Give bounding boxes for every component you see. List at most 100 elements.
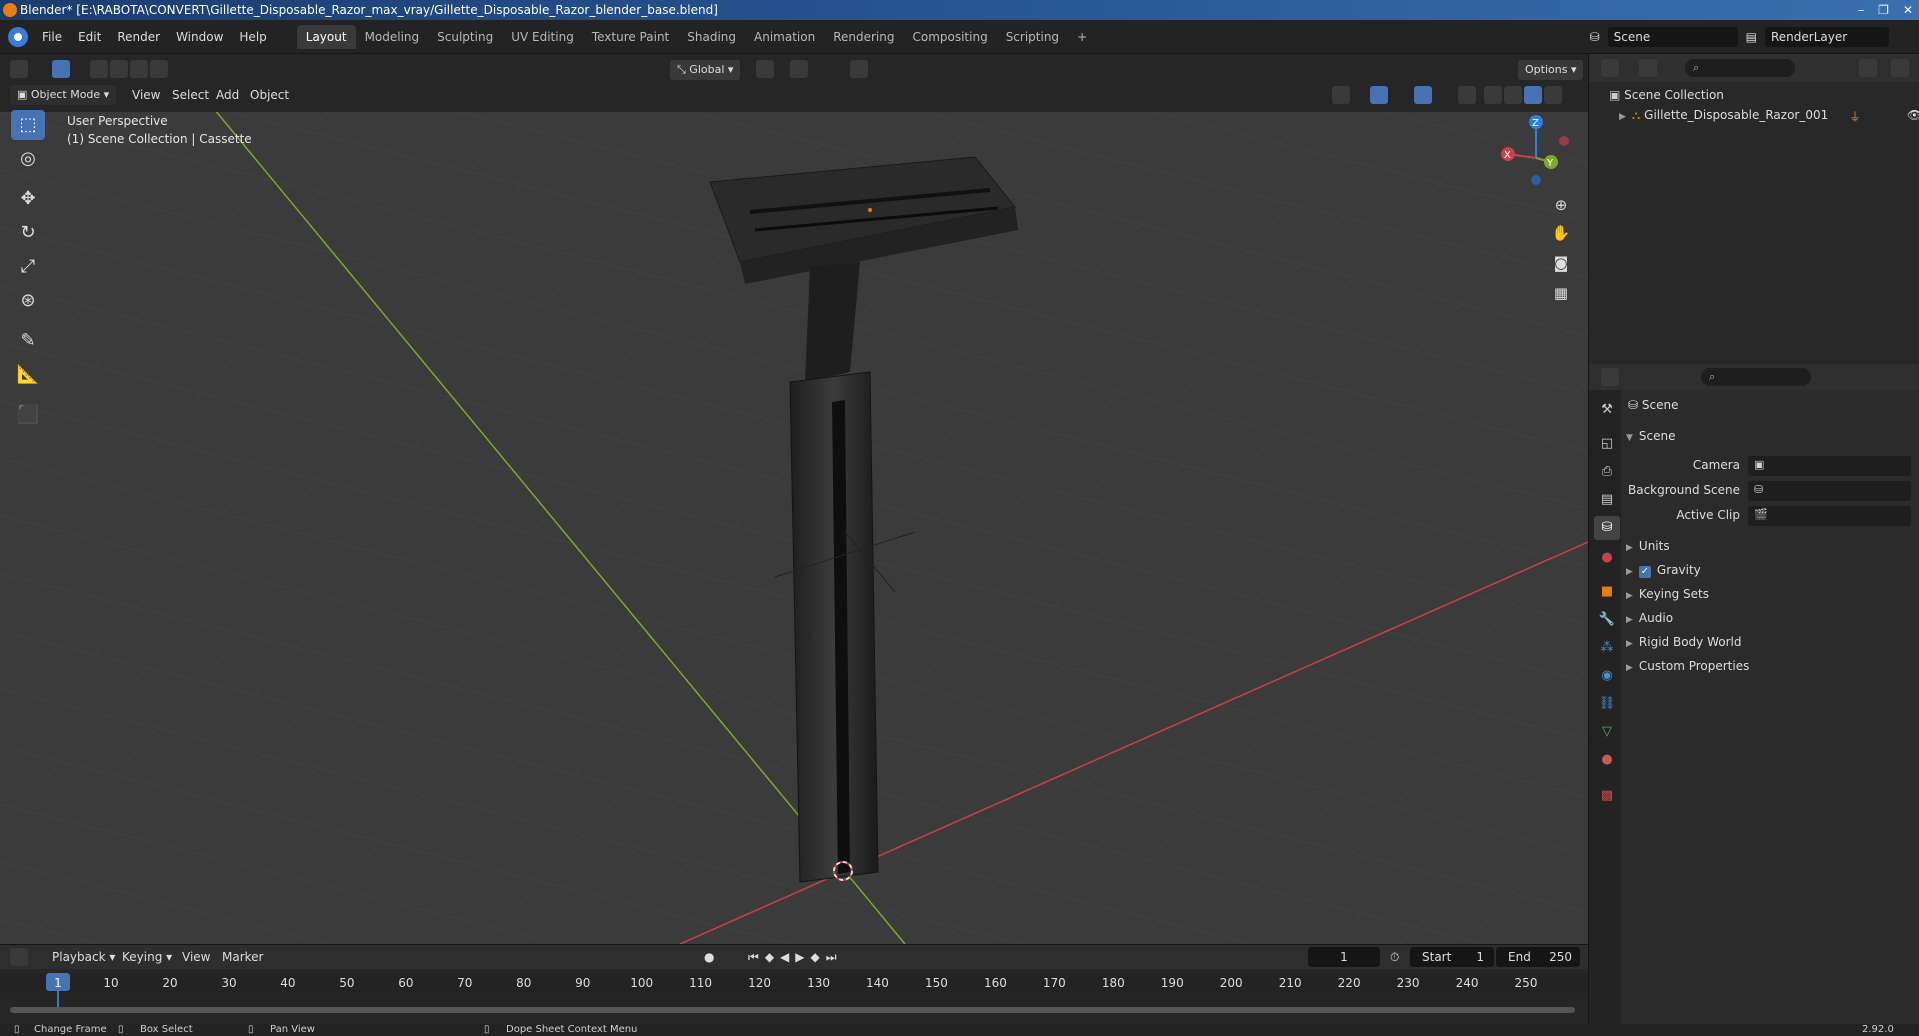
transform-tool-icon[interactable]: ⊛ bbox=[11, 286, 45, 316]
tab-sculpting[interactable]: Sculpting bbox=[428, 25, 502, 49]
outliner-item[interactable]: ▶ ⛬ Gillette_Disposable_Razor_001 ⏚ 👁 bbox=[1619, 108, 1919, 124]
minimize-button[interactable]: – bbox=[1858, 0, 1864, 20]
object-tab-icon[interactable]: ■ bbox=[1594, 580, 1620, 604]
menu-add[interactable]: Add bbox=[216, 85, 239, 105]
tab-rendering[interactable]: Rendering bbox=[824, 25, 903, 49]
output-tab-icon[interactable]: ⎙ bbox=[1594, 460, 1620, 484]
tab-scripting[interactable]: Scripting bbox=[997, 25, 1068, 49]
scene-tab-icon[interactable]: ⛁ bbox=[1594, 516, 1620, 540]
menu-view[interactable]: View bbox=[132, 85, 160, 105]
camera-field[interactable]: ▣ bbox=[1748, 456, 1911, 476]
tool-tab-icon[interactable]: ⚒ bbox=[1594, 398, 1620, 422]
select-mode-new-icon[interactable] bbox=[90, 60, 108, 78]
visibility-icon[interactable] bbox=[1332, 86, 1350, 104]
select-mode-subtract-icon[interactable] bbox=[130, 60, 148, 78]
zoom-icon[interactable]: ⊕ bbox=[1548, 192, 1574, 218]
play-reverse-icon[interactable]: ◀ bbox=[780, 950, 795, 964]
menu-file[interactable]: File bbox=[34, 20, 70, 54]
pivot-point-icon[interactable] bbox=[756, 60, 774, 78]
options-button[interactable]: Options ▾ bbox=[1518, 60, 1584, 80]
select-mode-extend-icon[interactable] bbox=[110, 60, 128, 78]
add-workspace-button[interactable]: + bbox=[1068, 25, 1096, 49]
menu-render[interactable]: Render bbox=[109, 20, 168, 54]
close-button[interactable]: ✕ bbox=[1903, 0, 1913, 20]
snap-icon[interactable] bbox=[790, 60, 808, 78]
select-box-tool-icon[interactable]: ⬚ bbox=[11, 110, 45, 140]
record-keyframe-icon[interactable]: ● bbox=[704, 947, 714, 967]
end-frame-field[interactable]: End 250 bbox=[1496, 947, 1580, 967]
new-collection-icon[interactable] bbox=[1891, 59, 1909, 77]
tab-texture-paint[interactable]: Texture Paint bbox=[583, 25, 678, 49]
menu-help[interactable]: Help bbox=[231, 20, 274, 54]
rotate-tool-icon[interactable]: ↻ bbox=[11, 218, 45, 248]
outliner-search-input[interactable]: ⌕ bbox=[1685, 59, 1795, 77]
maximize-button[interactable]: ❐ bbox=[1878, 0, 1889, 20]
tab-shading[interactable]: Shading bbox=[678, 25, 745, 49]
annotate-tool-icon[interactable]: ✎ bbox=[11, 326, 45, 356]
stopwatch-icon[interactable]: ⏱ bbox=[1390, 947, 1399, 967]
data-tab-icon[interactable]: ▽ bbox=[1594, 720, 1620, 744]
select-mode-invert-icon[interactable] bbox=[150, 60, 168, 78]
physics-tab-icon[interactable]: ◉ bbox=[1594, 664, 1620, 688]
gizmo-toggle-icon[interactable] bbox=[1370, 86, 1388, 104]
scene-icon[interactable]: ⛁ bbox=[1582, 20, 1608, 54]
current-frame-field[interactable]: 1 bbox=[1308, 947, 1380, 967]
measure-tool-icon[interactable]: 📐 bbox=[11, 360, 45, 390]
world-tab-icon[interactable]: ● bbox=[1594, 546, 1620, 570]
units-panel[interactable]: ▶ Units bbox=[1626, 539, 1670, 553]
scale-tool-icon[interactable]: ⤢ bbox=[11, 252, 45, 282]
tab-modeling[interactable]: Modeling bbox=[356, 25, 429, 49]
gravity-panel[interactable]: ▶ ✓ Gravity bbox=[1626, 563, 1701, 578]
wireframe-shading-icon[interactable] bbox=[1484, 86, 1502, 104]
solid-shading-icon[interactable] bbox=[1504, 86, 1522, 104]
orientation-dropdown[interactable]: ⤡ Global ▾ bbox=[670, 60, 741, 80]
move-tool-icon[interactable]: ✥ bbox=[11, 184, 45, 214]
grid-ortho-icon[interactable]: ▦ bbox=[1548, 280, 1574, 306]
cursor-tool-icon[interactable]: ◎ bbox=[11, 144, 45, 174]
scene-section-header[interactable]: ▼ Scene bbox=[1626, 429, 1676, 443]
menu-marker[interactable]: Marker bbox=[222, 947, 263, 967]
next-keyframe-icon[interactable]: ◆ bbox=[811, 950, 826, 964]
eye-visibility-icon[interactable]: 👁 bbox=[1907, 108, 1919, 122]
editor-type-icon[interactable] bbox=[10, 60, 28, 78]
view-layer-selector[interactable]: RenderLayer bbox=[1765, 26, 1889, 47]
particles-tab-icon[interactable]: ⁂ bbox=[1594, 636, 1620, 660]
timeline-editor-type-icon[interactable] bbox=[10, 948, 28, 966]
menu-keying[interactable]: Keying ▾ bbox=[122, 947, 172, 967]
tab-compositing[interactable]: Compositing bbox=[903, 25, 996, 49]
playback-controls[interactable]: ⏮◆◀▶◆⏭ bbox=[748, 947, 843, 967]
rigid-body-world-panel[interactable]: ▶ Rigid Body World bbox=[1626, 635, 1741, 649]
mode-dropdown[interactable]: ▣ Object Mode ▾ bbox=[10, 85, 117, 105]
tab-animation[interactable]: Animation bbox=[745, 25, 824, 49]
active-clip-field[interactable]: 🎬 bbox=[1748, 506, 1911, 526]
display-mode-icon[interactable] bbox=[1639, 59, 1657, 77]
overlay-toggle-icon[interactable] bbox=[1414, 86, 1432, 104]
expand-icon[interactable]: ▶ bbox=[1619, 112, 1626, 122]
outliner-editor-type-icon[interactable] bbox=[1601, 59, 1619, 77]
constraints-tab-icon[interactable]: ⛓ bbox=[1594, 692, 1620, 716]
keying-sets-panel[interactable]: ▶ Keying Sets bbox=[1626, 587, 1709, 601]
add-cube-tool-icon[interactable]: ⬛ bbox=[11, 400, 45, 430]
3d-viewport[interactable]: Z X Y User Perspective (1) Scene Collect… bbox=[0, 112, 1588, 944]
select-tool-icon[interactable] bbox=[52, 60, 70, 78]
material-shading-icon[interactable] bbox=[1524, 86, 1542, 104]
filter-icon[interactable] bbox=[1859, 59, 1877, 77]
proportional-edit-icon[interactable] bbox=[850, 60, 868, 78]
gravity-checkbox[interactable]: ✓ bbox=[1638, 566, 1651, 578]
blender-menu-icon[interactable] bbox=[8, 26, 28, 47]
properties-editor-type-icon[interactable] bbox=[1601, 368, 1619, 386]
outliner-root[interactable]: ▣ Scene Collection bbox=[1609, 88, 1724, 102]
texture-tab-icon[interactable]: ▩ bbox=[1594, 784, 1620, 808]
menu-object[interactable]: Object bbox=[250, 85, 289, 105]
prev-keyframe-icon[interactable]: ◆ bbox=[765, 950, 780, 964]
modifier-tab-icon[interactable]: 🔧 bbox=[1594, 608, 1620, 632]
view-layer-icon[interactable]: ▤ bbox=[1738, 20, 1765, 54]
start-frame-field[interactable]: Start 1 bbox=[1410, 947, 1494, 967]
rendered-shading-icon[interactable] bbox=[1544, 86, 1562, 104]
menu-window[interactable]: Window bbox=[168, 20, 231, 54]
menu-select[interactable]: Select bbox=[172, 85, 209, 105]
custom-properties-panel[interactable]: ▶ Custom Properties bbox=[1626, 659, 1749, 673]
camera-view-icon[interactable]: ◙ bbox=[1548, 250, 1574, 276]
jump-start-icon[interactable]: ⏮ bbox=[748, 950, 765, 964]
jump-end-icon[interactable]: ⏭ bbox=[826, 950, 843, 964]
